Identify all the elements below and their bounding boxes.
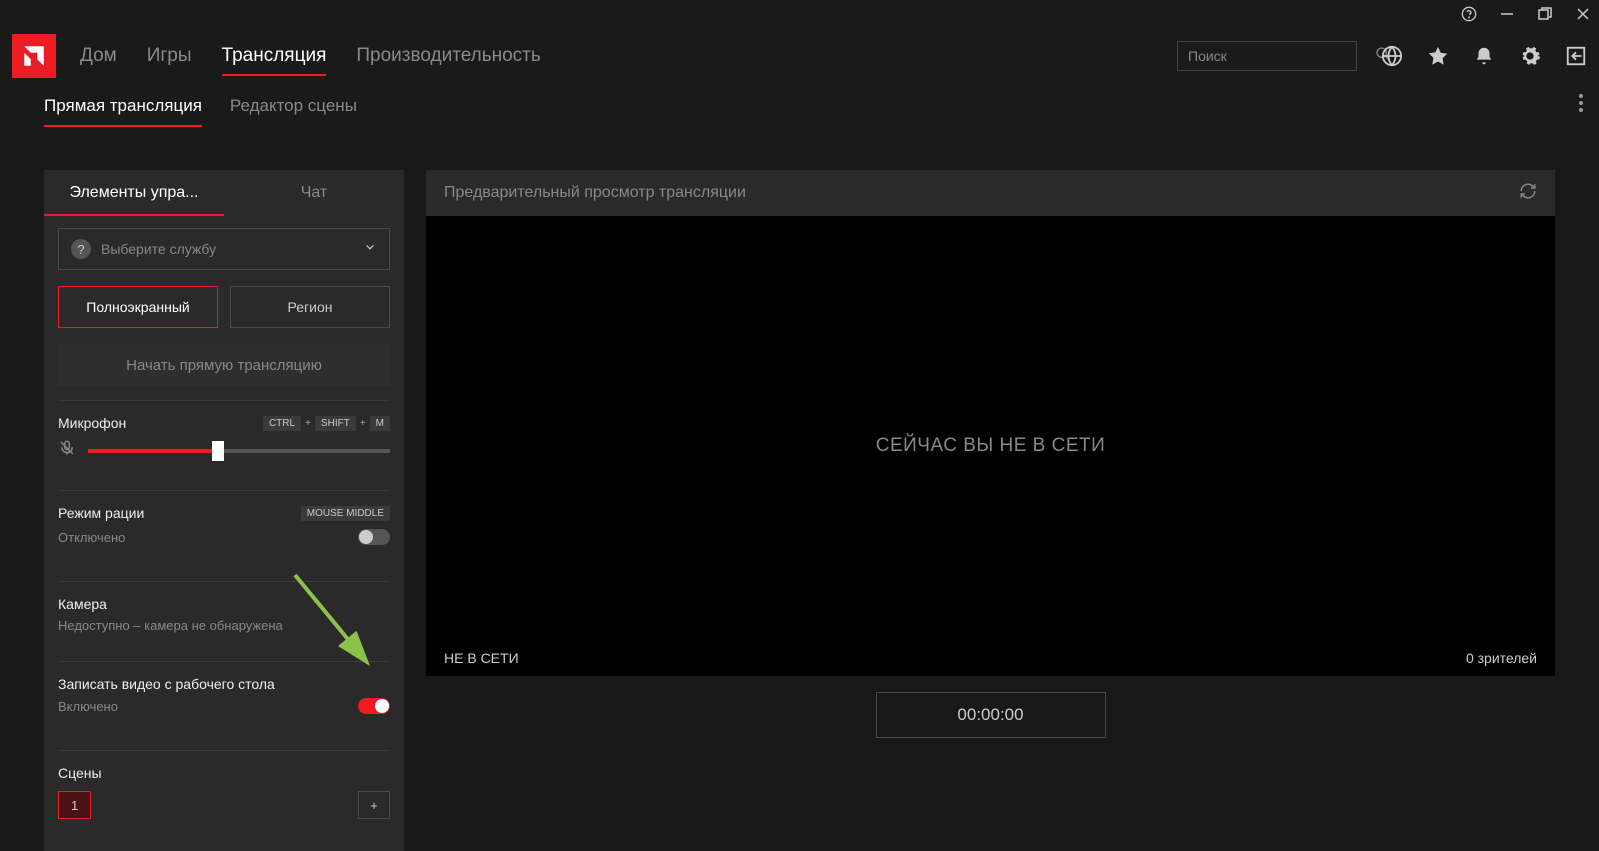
- nav-tab-games[interactable]: Игры: [147, 28, 192, 84]
- control-bar: 00:00:00: [426, 676, 1555, 786]
- camera-title: Камера: [58, 596, 390, 612]
- viewer-count: 0 зрителей: [1466, 650, 1537, 666]
- ptt-toggle[interactable]: [358, 529, 390, 545]
- preview-footer: НЕ В СЕТИ 0 зрителей: [444, 650, 1537, 666]
- more-icon[interactable]: [1579, 94, 1583, 117]
- scenes-title: Сцены: [58, 765, 390, 781]
- minimize-icon[interactable]: [1499, 6, 1515, 22]
- sub-tabs: Прямая трансляция Редактор сцены: [0, 84, 1599, 128]
- question-icon: ?: [71, 239, 91, 259]
- camera-section: Камера Недоступно – камера не обнаружена: [58, 581, 390, 647]
- star-icon[interactable]: [1427, 45, 1449, 67]
- select-service-dropdown[interactable]: ? Выберите службу: [58, 228, 390, 270]
- offline-message: СЕЙЧАС ВЫ НЕ В СЕТИ: [876, 435, 1106, 457]
- search-box[interactable]: [1177, 41, 1357, 71]
- desktop-record-section: Записать видео с рабочего стола Включено: [58, 661, 390, 736]
- capture-fullscreen-button[interactable]: Полноэкранный: [58, 286, 218, 328]
- desktop-record-toggle[interactable]: [358, 698, 390, 714]
- microphone-title: Микрофон: [58, 415, 126, 431]
- nav-right: [1177, 41, 1587, 71]
- nav-tabs: Дом Игры Трансляция Производительность: [80, 28, 1177, 84]
- close-icon[interactable]: [1575, 6, 1591, 22]
- microphone-slider[interactable]: [58, 439, 390, 462]
- preview-title: Предварительный просмотр трансляции: [444, 184, 746, 202]
- globe-icon[interactable]: [1381, 45, 1403, 67]
- camera-status: Недоступно – камера не обнаружена: [58, 618, 390, 633]
- right-panel: Предварительный просмотр трансляции СЕЙЧ…: [426, 170, 1555, 851]
- main-area: Элементы упра... Чат ? Выберите службу П…: [0, 128, 1599, 851]
- chevron-down-icon: [363, 240, 377, 259]
- scenes-bar: 1 +: [58, 791, 390, 819]
- exit-icon[interactable]: [1565, 45, 1587, 67]
- ptt-title: Режим рации: [58, 505, 144, 521]
- microphone-hotkey: CTRL+SHIFT+M: [263, 416, 390, 431]
- nav-tab-home[interactable]: Дом: [80, 28, 117, 84]
- left-panel-tabs: Элементы упра... Чат: [44, 170, 404, 216]
- amd-logo: [12, 34, 56, 78]
- microphone-section: Микрофон CTRL+SHIFT+M: [58, 400, 390, 476]
- microphone-track[interactable]: [88, 449, 390, 453]
- maximize-icon[interactable]: [1537, 6, 1553, 22]
- subtab-scene-editor[interactable]: Редактор сцены: [230, 84, 357, 127]
- scene-1-button[interactable]: 1: [58, 791, 91, 819]
- ptt-section: Режим рации MOUSE MIDDLE Отключено: [58, 490, 390, 567]
- bell-icon[interactable]: [1473, 45, 1495, 67]
- top-nav: Дом Игры Трансляция Производительность: [0, 28, 1599, 84]
- left-panel: Элементы упра... Чат ? Выберите службу П…: [44, 170, 404, 851]
- mic-muted-icon[interactable]: [58, 439, 78, 462]
- nav-tab-streaming[interactable]: Трансляция: [222, 28, 327, 84]
- capture-mode-row: Полноэкранный Регион: [58, 286, 390, 328]
- window-titlebar: [0, 0, 1599, 28]
- go-live-button[interactable]: Начать прямую трансляцию: [58, 344, 390, 386]
- search-input[interactable]: [1188, 48, 1369, 64]
- desktop-record-title: Записать видео с рабочего стола: [58, 676, 390, 692]
- microphone-thumb[interactable]: [212, 441, 224, 461]
- microphone-fill: [88, 449, 218, 453]
- preview-header: Предварительный просмотр трансляции: [426, 170, 1555, 216]
- help-icon[interactable]: [1461, 6, 1477, 22]
- add-scene-button[interactable]: +: [358, 791, 390, 819]
- desktop-record-status: Включено: [58, 699, 118, 714]
- stream-timer[interactable]: 00:00:00: [876, 692, 1106, 738]
- left-tab-controls[interactable]: Элементы упра...: [44, 170, 224, 216]
- nav-tab-performance[interactable]: Производительность: [356, 28, 540, 84]
- capture-region-button[interactable]: Регион: [230, 286, 390, 328]
- left-panel-body: ? Выберите службу Полноэкранный Регион Н…: [44, 216, 404, 851]
- preview-area: СЕЙЧАС ВЫ НЕ В СЕТИ НЕ В СЕТИ 0 зрителей: [426, 216, 1555, 676]
- offline-status: НЕ В СЕТИ: [444, 650, 519, 666]
- subtab-live-stream[interactable]: Прямая трансляция: [44, 84, 202, 127]
- ptt-hotkey: MOUSE MIDDLE: [301, 506, 390, 521]
- gear-icon[interactable]: [1519, 45, 1541, 67]
- scenes-section: Сцены 1 +: [58, 750, 390, 833]
- select-service-label: Выберите службу: [101, 241, 363, 257]
- left-tab-chat[interactable]: Чат: [224, 170, 404, 216]
- ptt-status: Отключено: [58, 530, 125, 545]
- refresh-icon[interactable]: [1519, 182, 1537, 205]
